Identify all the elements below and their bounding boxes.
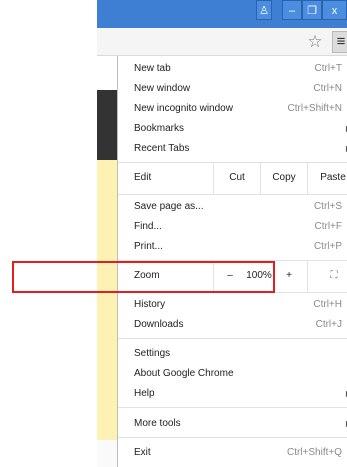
chrome-menu-button[interactable]: ≡ [332,31,347,53]
menu-item-shortcut: Ctrl+Shift+Q [286,447,342,458]
page-content-strip-dark [97,90,117,160]
menu-item-new-incognito-window[interactable]: New incognito window Ctrl+Shift+N [118,99,347,119]
minimize-button[interactable]: ‒ [282,0,302,20]
menu-item-shortcut: Ctrl+F [314,221,343,232]
menu-item-label: Bookmarks [134,123,185,134]
menu-item-label: Recent Tabs [134,143,190,154]
edit-label: Edit [134,172,152,183]
menu-separator [118,162,347,163]
highlight-box [12,261,275,293]
menu-item-shortcut: Ctrl+P [313,241,342,252]
menu-item-shortcut: Ctrl+Shift+N [287,103,342,114]
menu-item-new-window[interactable]: New window Ctrl+N [118,79,347,99]
menu-item-shortcut: Ctrl+N [313,83,342,94]
restore-button[interactable]: ❐ [302,0,322,20]
menu-item-label: New window [134,83,191,94]
cut-button[interactable]: Cut [214,168,260,188]
menu-item-label: Find... [134,221,162,232]
page-content-strip-bottom [97,440,117,467]
menu-separator [118,437,347,438]
menu-item-exit[interactable]: Exit Ctrl+Shift+Q [118,443,347,463]
menu-item-shortcut: Ctrl+T [314,63,343,74]
menu-item-label: Settings [134,348,171,359]
menu-item-history[interactable]: History Ctrl+H [118,295,347,315]
menu-item-label: More tools [134,418,181,429]
menu-separator [118,338,347,339]
page-content-strip-yellow [97,160,117,440]
menu-item-label: About Google Chrome [134,368,234,379]
menu-item-shortcut: Ctrl+S [313,201,342,212]
menu-separator [118,194,347,195]
menu-item-downloads[interactable]: Downloads Ctrl+J [118,315,347,335]
menu-item-shortcut: Ctrl+H [313,299,342,310]
menu-item-recent-tabs[interactable]: Recent Tabs ▶ [118,139,347,159]
menu-item-label: Save page as... [134,201,204,212]
paste-button[interactable]: Paste [308,168,347,188]
menu-separator [118,407,347,408]
menu-item-label: New incognito window [134,103,233,114]
menu-item-label: New tab [134,63,171,74]
close-button[interactable]: x [322,0,347,20]
menu-item-save-page-as[interactable]: Save page as... Ctrl+S [118,197,347,217]
menu-item-print[interactable]: Print... Ctrl+P [118,237,347,257]
menu-item-label: Exit [134,447,151,458]
menu-item-label: Print... [134,241,163,252]
copy-button[interactable]: Copy [261,168,307,188]
menu-separator [307,261,308,292]
fullscreen-icon[interactable]: ⛶ [322,266,346,286]
user-icon[interactable]: ♙ [256,0,272,20]
zoom-in-button[interactable]: + [278,266,300,286]
menu-item-shortcut: Ctrl+J [315,319,342,330]
menu-item-about[interactable]: About Google Chrome [118,364,347,384]
menu-item-label: Help [134,388,155,399]
menu-item-bookmarks[interactable]: Bookmarks ▶ [118,119,347,139]
menu-item-find[interactable]: Find... Ctrl+F [118,217,347,237]
menu-item-label: Downloads [134,319,184,330]
menu-item-settings[interactable]: Settings [118,344,347,364]
menu-item-label: History [134,299,166,310]
bookmark-star-icon[interactable]: ☆ [304,31,326,53]
menu-item-help[interactable]: Help ▶ [118,384,347,404]
page-content-strip [97,56,117,90]
menu-item-new-tab[interactable]: New tab Ctrl+T [118,59,347,79]
menu-item-more-tools[interactable]: More tools ▶ [118,414,347,434]
hamburger-icon: ≡ [336,33,346,50]
